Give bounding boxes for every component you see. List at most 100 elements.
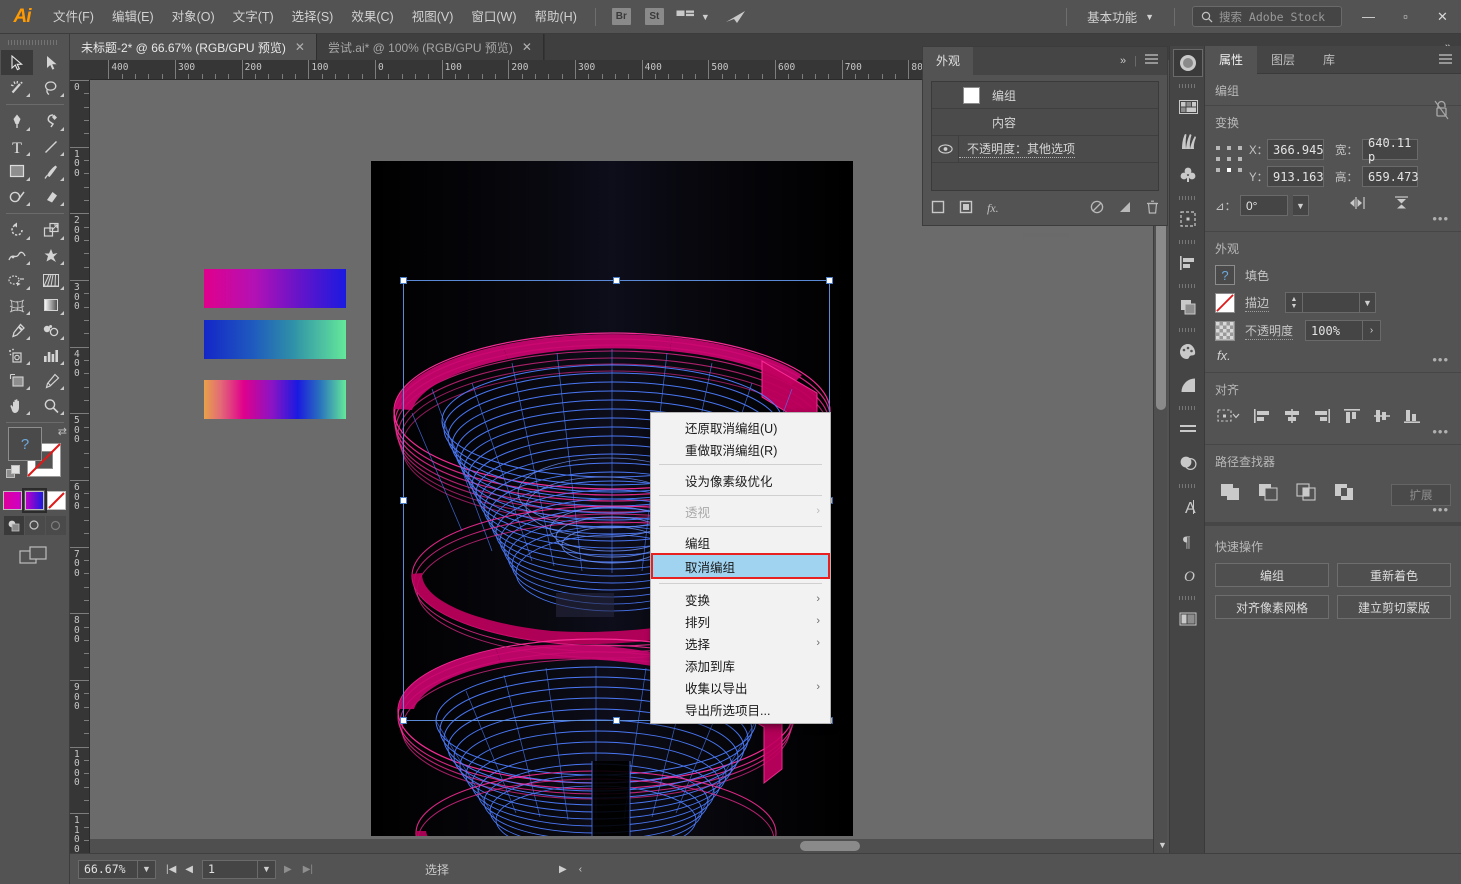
dock-grip-8[interactable] <box>1170 592 1204 602</box>
close-icon[interactable]: ✕ <box>295 40 305 54</box>
quick-make-clipping-mask-button[interactable]: 建立剪切蒙版 <box>1337 595 1451 619</box>
quick-group-button[interactable]: 编组 <box>1215 563 1329 587</box>
gradient-swatch-magenta-blue[interactable] <box>204 269 346 308</box>
symbol-sprayer-tool[interactable] <box>1 343 33 368</box>
transform-width-input[interactable]: 640.11 p <box>1362 136 1418 164</box>
separator-panel-icon[interactable] <box>1170 602 1206 636</box>
selection-handle-bc[interactable] <box>612 717 620 724</box>
paintbrush-tool[interactable] <box>35 159 67 184</box>
status-collapse-icon[interactable]: ‹ <box>579 864 582 875</box>
column-graph-tool[interactable] <box>35 343 67 368</box>
last-artboard-icon[interactable]: ▶| <box>303 864 313 875</box>
perspective-grid-tool[interactable] <box>35 268 67 293</box>
panel-menu-icon[interactable] <box>1145 54 1158 68</box>
opacity-input[interactable]: 100% <box>1305 320 1364 341</box>
stroke-label[interactable]: 描边 <box>1245 294 1270 312</box>
stroke-color-swatch[interactable] <box>1215 292 1235 313</box>
lasso-tool[interactable] <box>35 75 67 100</box>
menu-help[interactable]: 帮助(H) <box>526 0 586 34</box>
menu-select[interactable]: 选择(S) <box>283 0 343 34</box>
properties-panel-menu-icon[interactable] <box>1439 46 1461 73</box>
line-segment-tool[interactable] <box>35 134 67 159</box>
fx-button[interactable]: fx. <box>1215 348 1451 363</box>
pathfinder-intersect-icon[interactable] <box>1295 482 1317 507</box>
context-item-ungroup[interactable]: 取消编组 <box>651 553 830 579</box>
minimize-button[interactable]: — <box>1350 0 1387 34</box>
dock-grip-1[interactable] <box>1170 80 1204 90</box>
next-artboard-icon[interactable]: ▶ <box>284 864 292 875</box>
fill-swatch[interactable]: ? <box>8 427 42 461</box>
gradient-swatch-blue-green[interactable] <box>204 320 346 359</box>
symbols-panel-icon[interactable] <box>1170 158 1206 192</box>
stroke-panel-icon[interactable] <box>1170 412 1206 446</box>
align-top-icon[interactable] <box>1343 408 1361 429</box>
selection-handle-tl[interactable] <box>400 277 407 284</box>
eye-icon[interactable] <box>932 144 958 154</box>
context-item-transform[interactable]: 变换 › <box>651 588 830 610</box>
flip-horizontal-icon[interactable] <box>1349 195 1366 216</box>
stock-icon[interactable]: St <box>644 8 664 25</box>
transform-x-input[interactable]: 366.945 <box>1267 139 1324 160</box>
swap-fill-stroke-icon[interactable]: ⇄ <box>58 425 67 438</box>
artboard-dropdown-icon[interactable]: ▼ <box>258 859 276 879</box>
appearance-list[interactable]: 编组 内容 不透明度：其他选项 <box>931 81 1159 191</box>
menu-window[interactable]: 窗口(W) <box>462 0 525 34</box>
appearance-panel-resize-grip[interactable] <box>923 225 1167 237</box>
dock-grip-3[interactable] <box>1170 236 1204 246</box>
menu-type[interactable]: 文字(T) <box>224 0 283 34</box>
color-guide-panel-icon[interactable] <box>1170 334 1206 368</box>
panel-collapse-icon[interactable]: » <box>1120 55 1126 67</box>
gradient-tool[interactable] <box>35 293 67 318</box>
appearance-row-opacity-label[interactable]: 不透明度：其他选项 <box>959 140 1076 158</box>
align-more-options[interactable]: ••• <box>1432 424 1449 439</box>
default-fill-stroke-icon[interactable] <box>6 465 22 481</box>
appearance-row-opacity[interactable]: 不透明度：其他选项 <box>932 135 1158 163</box>
brushes-panel-icon[interactable] <box>1170 124 1206 158</box>
angle-dropdown-icon[interactable]: ▼ <box>1293 195 1309 216</box>
transform-angle-input[interactable]: 0° <box>1240 195 1288 216</box>
shaper-tool[interactable] <box>1 184 33 209</box>
context-item-collect-for-export[interactable]: 收集以导出 › <box>651 676 830 698</box>
document-tab-1[interactable]: 未标题-2* @ 66.67% (RGB/GPU 预览) ✕ <box>70 34 317 60</box>
selection-handle-ml[interactable] <box>400 496 407 504</box>
pathfinder-exclude-icon[interactable] <box>1333 482 1355 507</box>
selection-tool[interactable] <box>1 50 33 75</box>
tab-properties[interactable]: 属性 <box>1205 46 1258 74</box>
align-vertical-center-icon[interactable] <box>1373 408 1391 429</box>
direct-selection-tool[interactable] <box>35 50 67 75</box>
draw-inside-icon[interactable] <box>45 516 66 535</box>
add-new-fill-icon[interactable] <box>959 200 973 217</box>
menu-view[interactable]: 视图(V) <box>403 0 463 34</box>
scroll-down-icon[interactable]: ▼ <box>1158 840 1167 850</box>
glyphs-panel-icon[interactable]: O <box>1170 558 1206 592</box>
transparency-panel-icon[interactable] <box>1170 368 1206 402</box>
draw-normal-icon[interactable] <box>3 516 24 535</box>
free-transform-tool[interactable] <box>35 243 67 268</box>
gradient-swatch-rainbow[interactable] <box>204 380 346 419</box>
graphic-styles-panel-icon[interactable] <box>1170 446 1206 480</box>
prev-artboard-icon[interactable]: ◀ <box>185 864 193 875</box>
type-tool[interactable]: T <box>1 134 33 159</box>
dock-grip-7[interactable] <box>1170 480 1204 490</box>
stock-search-input[interactable]: 搜索 Adobe Stock <box>1192 6 1342 27</box>
slice-tool[interactable] <box>35 368 67 393</box>
ruler-corner[interactable] <box>70 60 90 80</box>
selection-handle-tr[interactable] <box>826 277 833 284</box>
pathfinder-minus-front-icon[interactable] <box>1257 482 1279 507</box>
zoom-tool[interactable] <box>35 393 67 418</box>
opacity-checker-swatch[interactable] <box>1215 320 1235 341</box>
constrain-proportions-icon[interactable] <box>1431 99 1451 121</box>
draw-behind-icon[interactable] <box>24 516 45 535</box>
artboard-number-input[interactable]: 1 <box>202 859 258 879</box>
blend-tool[interactable] <box>35 318 67 343</box>
tab-libraries[interactable]: 库 <box>1309 46 1349 74</box>
artboard-tool[interactable] <box>1 368 33 393</box>
eyedropper-tool[interactable] <box>1 318 33 343</box>
rotate-tool[interactable] <box>1 218 33 243</box>
clear-appearance-icon[interactable] <box>1090 200 1104 217</box>
dock-grip-5[interactable] <box>1170 324 1204 334</box>
stroke-weight-stepper[interactable]: ▲ ▼ <box>1285 292 1304 313</box>
quick-align-pixel-grid-button[interactable]: 对齐像素网格 <box>1215 595 1329 619</box>
stroke-weight-input[interactable] <box>1303 292 1361 313</box>
menu-object[interactable]: 对象(O) <box>163 0 224 34</box>
